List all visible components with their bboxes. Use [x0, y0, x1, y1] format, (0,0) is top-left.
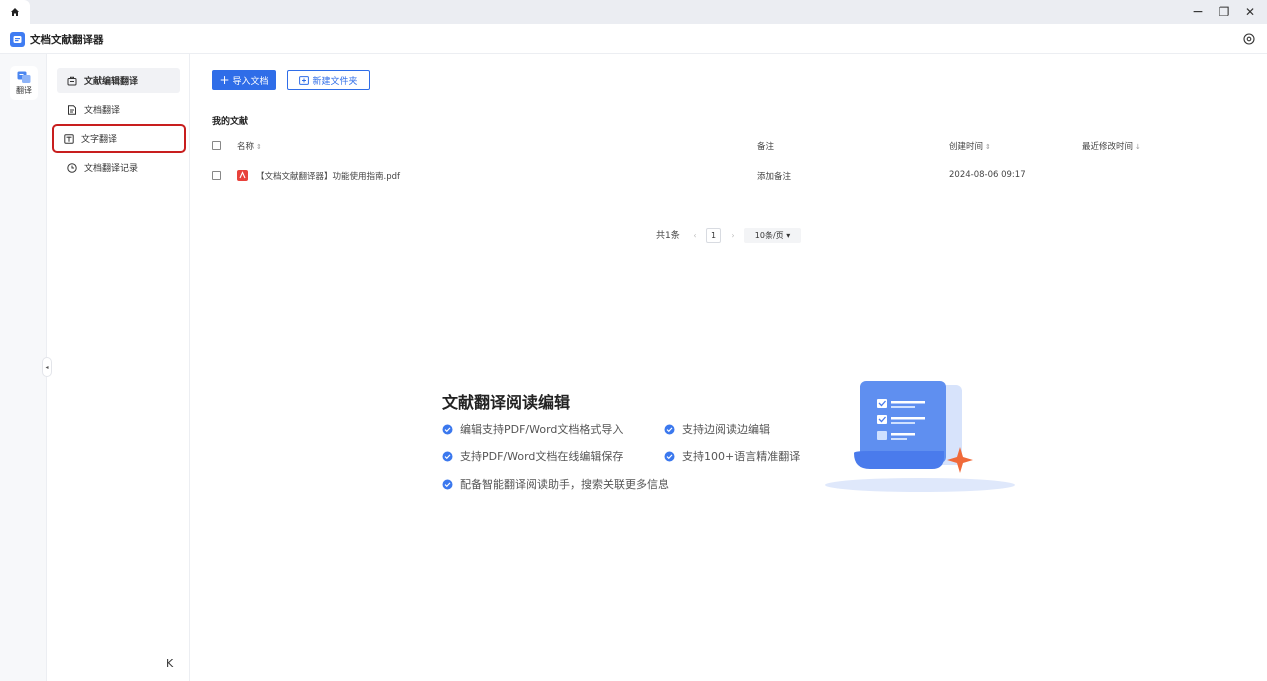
feature-item: 支持边阅读边编辑: [664, 421, 770, 437]
feature-text: 支持边阅读边编辑: [682, 423, 770, 436]
feature-text: 支持100+语言精准翻译: [682, 450, 801, 463]
sort-icon: ⇕: [985, 143, 991, 151]
add-note-link[interactable]: 添加备注: [757, 170, 791, 182]
import-label: 导入文档: [232, 76, 269, 87]
sidebar-nav: 文献编辑翻译 文档翻译 文字翻译 文档翻译记录 K: [48, 54, 190, 681]
sidebar-item-translate-history[interactable]: 文档翻译记录: [57, 155, 180, 180]
settings-icon[interactable]: [1242, 32, 1256, 46]
feature-item: 支持PDF/Word文档在线编辑保存: [442, 448, 623, 464]
check-icon: [442, 424, 453, 435]
feature-item: 支持100+语言精准翻译: [664, 448, 800, 464]
pagination-prev-button[interactable]: ‹: [689, 228, 701, 243]
text-icon: [64, 133, 74, 144]
check-icon: [664, 451, 675, 462]
sidebar-item-literature-translate[interactable]: 文献编辑翻译: [57, 68, 180, 93]
clock-icon: [67, 162, 77, 173]
file-name-link[interactable]: 【文档文献翻译器】功能使用指南.pdf: [256, 170, 400, 182]
document-illustration: [825, 381, 1015, 492]
app-title: 文档文献翻译器: [30, 34, 104, 46]
home-tab[interactable]: [0, 0, 30, 24]
plus-icon: +: [219, 73, 230, 87]
close-button[interactable]: ✕: [1239, 2, 1261, 22]
pdf-icon: [237, 170, 248, 181]
column-header-note: 备注: [757, 142, 775, 152]
sort-icon: ⇕: [256, 143, 262, 151]
restore-button[interactable]: ❐: [1213, 2, 1235, 22]
check-icon: [442, 451, 453, 462]
bag-icon: [67, 76, 77, 86]
sidebar-item-label: 文字翻译: [81, 135, 118, 145]
feature-title: 文献翻译阅读编辑: [442, 393, 571, 412]
collapse-sidebar-button[interactable]: K: [166, 657, 173, 670]
sidebar-item-label: 文档翻译记录: [84, 164, 139, 174]
column-label: 创建时间: [949, 142, 984, 152]
icon-rail: 翻译: [0, 54, 47, 681]
column-label: 名称: [237, 142, 255, 152]
pagination-page-1[interactable]: 1: [706, 228, 721, 243]
app-logo-icon: [10, 32, 25, 47]
feature-item: 编辑支持PDF/Word文档格式导入: [442, 421, 623, 437]
pagination-next-button[interactable]: ›: [727, 228, 739, 243]
sidebar-item-doc-translate[interactable]: 文档翻译: [57, 97, 180, 122]
page-size-select[interactable]: 10条/页 ▾: [744, 228, 801, 243]
check-icon: [442, 479, 453, 490]
new-folder-label: 新建文件夹: [312, 76, 358, 87]
sidebar-item-text-translate[interactable]: 文字翻译: [52, 124, 186, 153]
select-all-checkbox[interactable]: [212, 141, 221, 150]
doc-icon: [67, 104, 77, 115]
feature-text: 编辑支持PDF/Word文档格式导入: [460, 423, 624, 436]
translate-icon: [17, 71, 31, 83]
sidebar-toggle-handle[interactable]: ◂: [42, 357, 52, 377]
column-header-modified[interactable]: 最近修改时间 ↓: [1082, 140, 1141, 152]
column-header-created[interactable]: 创建时间 ⇕: [949, 140, 991, 152]
home-icon: [11, 8, 19, 16]
pagination-total: 共1条: [656, 231, 680, 241]
row-checkbox[interactable]: [212, 171, 221, 180]
column-header-name[interactable]: 名称 ⇕: [237, 140, 262, 152]
new-folder-button[interactable]: 新建文件夹: [287, 70, 370, 90]
sidebar-item-label: 文档翻译: [84, 106, 121, 116]
import-document-button[interactable]: + 导入文档: [212, 70, 276, 90]
check-icon: [664, 424, 675, 435]
feature-text: 支持PDF/Word文档在线编辑保存: [460, 450, 624, 463]
minimize-button[interactable]: −: [1187, 2, 1209, 22]
app-header: 文档文献翻译器: [0, 24, 1267, 54]
feature-text: 配备智能翻译阅读助手，搜索关联更多信息: [460, 478, 669, 491]
sort-desc-icon: ↓: [1135, 143, 1141, 151]
folder-plus-icon: [299, 75, 310, 85]
window-titlebar: − ❐ ✕: [0, 0, 1267, 24]
created-time: 2024-08-06 09:17: [949, 170, 1026, 180]
column-label: 最近修改时间: [1082, 142, 1134, 152]
sidebar-item-label: 文献编辑翻译: [84, 77, 139, 87]
rail-item-label: 翻译: [16, 85, 32, 95]
section-title: 我的文献: [212, 117, 249, 127]
rail-item-translate[interactable]: 翻译: [10, 66, 38, 100]
feature-item: 配备智能翻译阅读助手，搜索关联更多信息: [442, 476, 669, 492]
